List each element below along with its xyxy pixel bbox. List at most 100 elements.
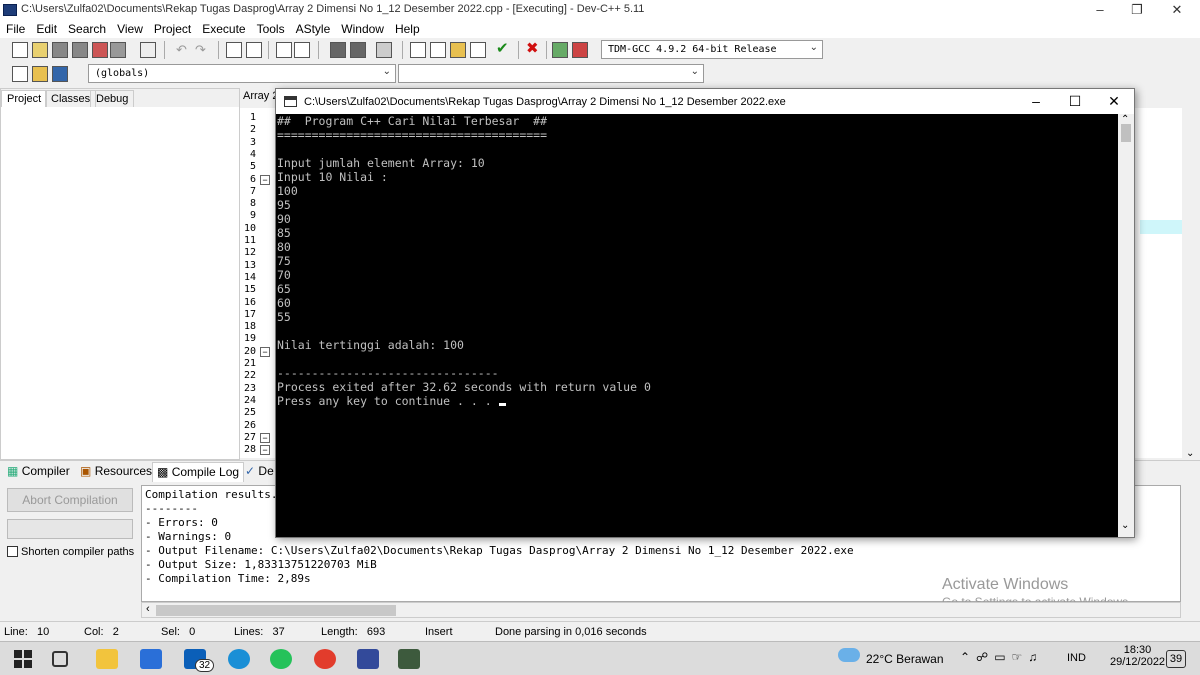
- file-explorer-icon[interactable]: [96, 649, 118, 669]
- close-all-icon[interactable]: [110, 42, 126, 58]
- tab-debug-bottom[interactable]: ✓ De: [245, 464, 274, 478]
- redo-icon[interactable]: ↷: [195, 42, 211, 58]
- menu-window[interactable]: Window: [335, 20, 389, 36]
- new-file-icon[interactable]: [12, 42, 28, 58]
- delete-profile-icon[interactable]: [572, 42, 588, 58]
- close-file-icon[interactable]: [92, 42, 108, 58]
- check-icon: ✓: [245, 464, 256, 478]
- checkbox-box[interactable]: [7, 546, 18, 557]
- line-number: 2: [249, 124, 256, 136]
- toggle-comment-icon[interactable]: [376, 42, 392, 58]
- weather-text[interactable]: 22°C Berawan: [866, 652, 944, 666]
- chevron-down-icon: ⌄: [690, 66, 699, 77]
- scope-select[interactable]: (globals) ⌄: [88, 64, 396, 83]
- function-select[interactable]: ⌄: [398, 64, 704, 83]
- tab-project[interactable]: Project: [1, 90, 48, 107]
- console-taskbar-icon[interactable]: [398, 649, 420, 669]
- fold-marker-icon[interactable]: −: [260, 174, 270, 185]
- compile-icon[interactable]: [410, 42, 426, 58]
- console-title-bar[interactable]: C:\Users\Zulfa02\Documents\Rekap Tugas D…: [276, 89, 1134, 114]
- console-scroll-thumb[interactable]: [1121, 124, 1131, 142]
- scroll-thumb[interactable]: [156, 605, 396, 616]
- line-number: 1: [249, 112, 256, 123]
- console-scrollbar[interactable]: ⌃ ⌄: [1118, 114, 1134, 537]
- tab-classes[interactable]: Classes: [45, 90, 97, 107]
- tray-icons[interactable]: ⌃☍▭☞♫: [960, 650, 1043, 664]
- scroll-left-icon[interactable]: ‹: [146, 603, 150, 615]
- goto-bookmark-icon[interactable]: [350, 42, 366, 58]
- line-number: 11: [243, 235, 256, 246]
- goto-icon[interactable]: [52, 66, 68, 82]
- line-number: 17: [243, 308, 256, 320]
- find-icon[interactable]: [226, 42, 242, 58]
- menu-view[interactable]: View: [111, 20, 148, 36]
- run-icon[interactable]: [430, 42, 446, 58]
- line-number: 25: [243, 407, 256, 419]
- unindent-icon[interactable]: [294, 42, 310, 58]
- stop-execution-icon[interactable]: ✖: [526, 41, 542, 58]
- start-icon[interactable]: [14, 650, 32, 668]
- notification-center-icon[interactable]: 39: [1166, 650, 1186, 668]
- console-window[interactable]: C:\Users\Zulfa02\Documents\Rekap Tugas D…: [275, 88, 1135, 538]
- rebuild-all-icon[interactable]: [470, 42, 486, 58]
- log-horizontal-scrollbar[interactable]: ‹: [141, 602, 1181, 618]
- language-indicator[interactable]: IND: [1067, 652, 1086, 664]
- chrome-icon[interactable]: [314, 649, 336, 669]
- edge-icon[interactable]: [228, 649, 250, 669]
- tab-debug[interactable]: Debug: [90, 90, 135, 107]
- open-file-icon[interactable]: [32, 42, 48, 58]
- tab-compile-log[interactable]: ▩ Compile Log: [152, 462, 245, 482]
- editor-scrollbar[interactable]: ⌄: [1182, 108, 1200, 459]
- replace-icon[interactable]: [246, 42, 262, 58]
- log-vertical-scrollbar[interactable]: [1181, 485, 1197, 602]
- store-icon[interactable]: [140, 649, 162, 669]
- weather-icon[interactable]: [838, 648, 860, 662]
- menu-edit[interactable]: Edit: [30, 20, 62, 36]
- clock[interactable]: 18:30 29/12/2022: [1110, 644, 1165, 668]
- menu-project[interactable]: Project: [148, 20, 196, 36]
- menu-astyle[interactable]: AStyle: [290, 20, 336, 36]
- tab-compiler[interactable]: ▦ Compiler: [7, 464, 70, 478]
- syntax-check-icon[interactable]: ✔: [496, 41, 512, 58]
- print-icon[interactable]: [140, 42, 156, 58]
- status-col: Col: 2: [84, 626, 119, 638]
- save-icon[interactable]: [52, 42, 68, 58]
- fold-marker-icon[interactable]: −: [260, 346, 270, 357]
- devcpp-taskbar-icon[interactable]: [357, 649, 379, 669]
- undo-icon[interactable]: ↶: [176, 42, 192, 58]
- tab-resources[interactable]: ▣ Resources: [80, 464, 152, 478]
- indent-icon[interactable]: [276, 42, 292, 58]
- insert-icon[interactable]: [12, 66, 28, 82]
- mail-icon[interactable]: 32: [184, 649, 215, 672]
- console-line: --------------------------------: [277, 366, 499, 380]
- fold-marker-icon[interactable]: −: [260, 432, 270, 443]
- console-close-button[interactable]: ✕: [1091, 89, 1137, 114]
- close-button[interactable]: ✕: [1154, 0, 1200, 20]
- line-number: 4: [249, 148, 256, 160]
- menu-file[interactable]: File: [0, 20, 30, 36]
- line-number: 23: [243, 382, 256, 394]
- console-line: =======================================: [277, 128, 548, 142]
- compile-run-icon[interactable]: [450, 42, 466, 58]
- profile-icon[interactable]: [552, 42, 568, 58]
- scroll-down-icon[interactable]: ⌄: [1121, 520, 1129, 531]
- windows-taskbar: 32 22°C Berawan ⌃☍▭☞♫ IND 18:30 29/12/202…: [0, 641, 1200, 675]
- whatsapp-icon[interactable]: [270, 649, 292, 669]
- editor-tab[interactable]: Array 2: [243, 90, 278, 102]
- bookmark-icon[interactable]: [330, 42, 346, 58]
- menu-search[interactable]: Search: [62, 20, 111, 36]
- menu-help[interactable]: Help: [389, 20, 425, 36]
- chevron-down-icon: ⌄: [809, 42, 818, 53]
- toggle-bookmark-icon[interactable]: [32, 66, 48, 82]
- menu-tools[interactable]: Tools: [251, 20, 290, 36]
- scroll-down-icon[interactable]: ⌄: [1186, 448, 1194, 459]
- menu-execute[interactable]: Execute: [196, 20, 250, 36]
- compiler-select[interactable]: TDM-GCC 4.9.2 64-bit Release ⌄: [601, 40, 823, 59]
- console-line: Process exited after 32.62 seconds with …: [277, 380, 651, 394]
- save-all-icon[interactable]: [72, 42, 88, 58]
- task-view-icon[interactable]: [52, 651, 68, 667]
- line-number: 7: [249, 185, 256, 197]
- fold-marker-icon[interactable]: −: [260, 445, 270, 456]
- shorten-paths-checkbox[interactable]: Shorten compiler paths: [7, 546, 134, 558]
- abort-compilation-button[interactable]: Abort Compilation: [7, 488, 133, 512]
